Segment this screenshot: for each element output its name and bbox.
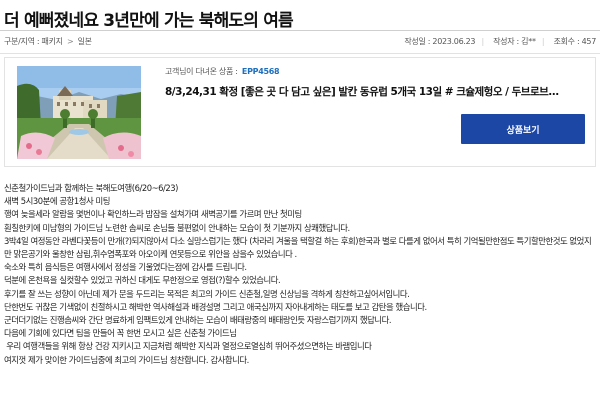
meta-divider-line — [0, 53, 600, 54]
review-line: 덕분에 온천욕을 실컷할수 있었고 귀하신 대게도 무한정으로 영접(?)할수 … — [4, 275, 281, 286]
review-line: 후기를 잘 쓰는 성향이 아닌데 제가 문을 두드리는 목적은 최고의 가이드 … — [4, 288, 410, 299]
review-line: 새벽 5시30분에 공항1청사 미팅 — [4, 196, 110, 207]
view-product-button[interactable]: 상품보기 — [461, 114, 585, 144]
review-line: 군더더기없는 진행솜씨와 간단 명료하게 임팩트있게 안내하는 모습이 배태랑중… — [4, 315, 392, 326]
post-info: 작성일 : 2023.06.23 | 작성자 : 김** | 조회수 : 457 — [401, 36, 596, 47]
product-info: 고객님이 다녀온 상품 : EPP4568 8/3,24,31 확정 [좋은 곳… — [165, 66, 589, 99]
review-line: 숙소와 특히 음식등은 여행사에서 정성을 기울였다는점에 감사를 드립니다. — [4, 262, 247, 273]
review-line: 여지껏 제가 맞이한 가이드님중에 최고의 가이드님 칭찬합니다. 감사합니다. — [4, 354, 249, 365]
review-line: 행여 늦을세라 알람을 몇번이나 확인하느라 밤잠을 설쳐가며 새벽공기를 가르… — [4, 209, 302, 220]
review-line: 훤칠한키에 미남형의 가이드님 노련한 솜씨로 손님들 불편없이 안내하는 모습… — [4, 222, 350, 233]
title-divider — [0, 30, 600, 31]
review-line: 신춘철가이드님과 함께하는 북해도여행(6/20~6/23) — [4, 183, 178, 193]
post-author: 작성자 : 김** — [493, 37, 536, 46]
post-meta: 구분/지역 : 패키지 > 일본 작성일 : 2023.06.23 | 작성자 … — [4, 36, 596, 50]
breadcrumb-separator: > — [66, 37, 74, 46]
category-breadcrumb: 구분/지역 : 패키지 > 일본 — [4, 36, 92, 47]
region-label: 일본 — [77, 37, 92, 46]
garden-castle-image — [17, 66, 141, 159]
product-code: EPP4568 — [241, 67, 280, 76]
review-body: 신춘철가이드님과 함께하는 북해도여행(6/20~6/23) 새벽 5시30분에… — [4, 182, 596, 367]
category-label: 구분/지역 : 패키지 — [4, 37, 63, 46]
product-name-link[interactable]: 8/3,24,31 확정 [좋은 곳 다 담고 싶은] 발칸 동유럽 5개국 1… — [165, 84, 589, 99]
meta-divider: | — [481, 37, 484, 46]
page-title: 더 예뻐졌네요 3년만에 가는 북해도의 여름 — [4, 11, 294, 31]
product-card: 고객님이 다녀온 상품 : EPP4568 8/3,24,31 확정 [좋은 곳… — [4, 57, 596, 167]
post-views: 조회수 : 457 — [553, 37, 597, 46]
review-line: 단한번도 귀찮은 기색없이 친절하시고 해박한 역사해설과 배경설명 그리고 애… — [4, 301, 427, 312]
review-line: 3박4일 여정동안 라벤다꽃등이 만개(?)되지않아서 다소 실망스럽기는 했다… — [4, 235, 592, 260]
review-line: 우리 여행객들을 위해 항상 건강 지키시고 지금처럼 해박한 지식과 열정으로… — [4, 341, 372, 352]
post-date: 작성일 : 2023.06.23 — [404, 37, 476, 46]
product-thumbnail[interactable] — [17, 66, 141, 159]
meta-divider: | — [541, 37, 545, 46]
review-line: 다음에 기회에 있다면 팀을 만들어 꼭 한번 모시고 싶은 신춘철 가이드님 — [4, 328, 237, 339]
product-label: 고객님이 다녀온 상품 : EPP4568 — [165, 66, 589, 77]
product-label-prefix: 고객님이 다녀온 상품 : — [165, 67, 238, 76]
